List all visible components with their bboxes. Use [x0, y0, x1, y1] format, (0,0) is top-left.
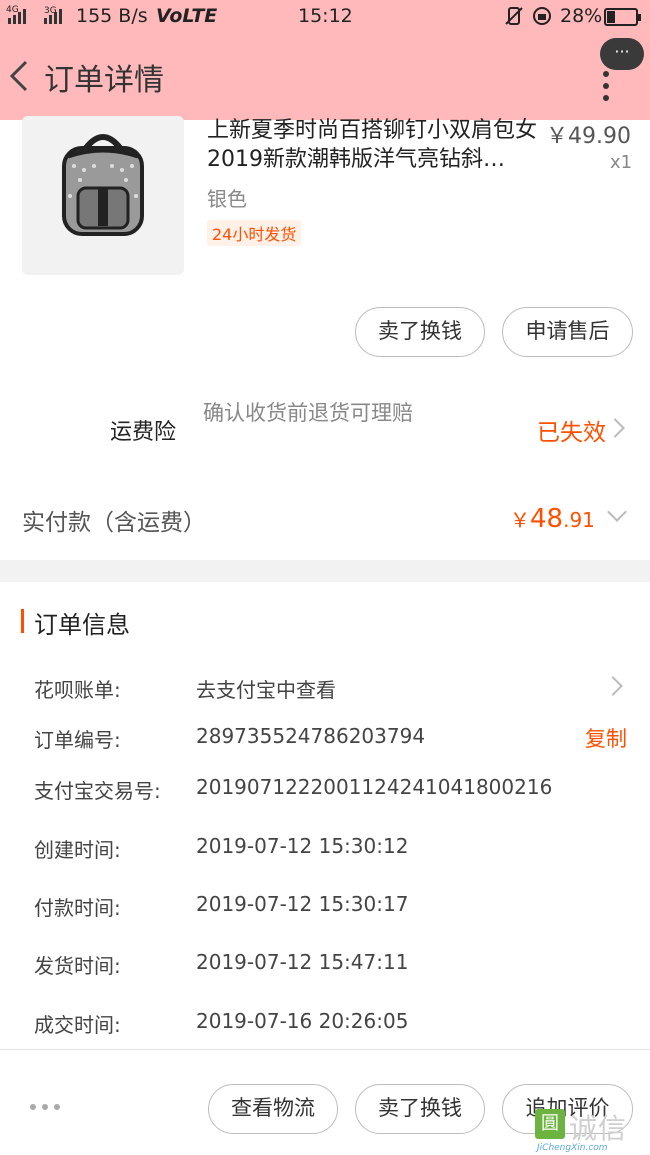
- info-value: 289735524786203794: [196, 724, 426, 748]
- section-accent-bar: [21, 609, 24, 633]
- battery-percent: 28%: [560, 5, 603, 27]
- status-bar: 4G 3G 155 B/s VoLTE 15:12 28%: [0, 0, 650, 34]
- info-label: 成交时间:: [34, 1013, 121, 1037]
- amount-integer: 48: [530, 504, 564, 534]
- product-price: ￥49.90: [546, 124, 631, 149]
- battery-icon: [604, 8, 641, 26]
- insurance-status: 已失效: [537, 420, 606, 446]
- info-value: 2019-07-12 15:30:12: [196, 834, 409, 858]
- more-menu-icon[interactable]: [601, 70, 611, 101]
- network-speed: 155 B/s: [76, 5, 148, 27]
- divider: [0, 1049, 650, 1050]
- info-value: 去支付宝中查看: [196, 678, 336, 702]
- chevron-left-icon: [9, 60, 28, 92]
- chevron-right-icon: [605, 418, 625, 438]
- app-header: 4G 3G 155 B/s VoLTE 15:12 28% 订单详情 ···: [0, 0, 650, 120]
- insurance-description: 确认收货前退货可理赔: [203, 401, 413, 425]
- info-label: 支付宝交易号:: [34, 779, 161, 803]
- order-info-title: 订单信息: [34, 611, 130, 639]
- battery-fill: [607, 11, 615, 23]
- info-value: 2019-07-12 15:30:17: [196, 892, 409, 916]
- watermark-logo: 圓: [535, 1109, 565, 1139]
- more-actions-icon[interactable]: [30, 1104, 60, 1110]
- info-value: 2019071222001124241041800216: [196, 775, 553, 799]
- product-thumbnail[interactable]: [22, 116, 184, 275]
- payment-label: 实付款（含运费）: [22, 510, 206, 536]
- signal-bars-2-icon: [44, 8, 62, 24]
- back-button[interactable]: [6, 56, 36, 96]
- info-value: 2019-07-12 15:47:11: [196, 950, 409, 974]
- rotation-lock-icon: [531, 5, 553, 32]
- more-bubble-button[interactable]: ···: [600, 38, 644, 70]
- sell-button[interactable]: 卖了换钱: [355, 307, 485, 357]
- info-label: 付款时间:: [34, 896, 121, 920]
- page-title: 订单详情: [44, 63, 164, 98]
- payment-amount: ￥48.91: [510, 504, 595, 534]
- info-label: 创建时间:: [34, 838, 121, 862]
- watermark-text: 诚信: [569, 1112, 628, 1145]
- currency-symbol: ￥: [510, 508, 530, 532]
- volte-indicator: VoLTE: [156, 5, 218, 27]
- info-value: 2019-07-16 20:26:05: [196, 1009, 409, 1033]
- product-title[interactable]: 上新夏季时尚百搭铆钉小双肩包女2019新款潮韩版洋气亮钻斜…: [207, 116, 537, 174]
- info-label: 发货时间:: [34, 954, 121, 978]
- chevron-down-icon: [607, 502, 627, 522]
- sell-button-bottom[interactable]: 卖了换钱: [355, 1084, 485, 1134]
- clock: 15:12: [298, 5, 353, 27]
- site-watermark: 圓 诚信 JiChengXin.com: [535, 1105, 647, 1155]
- insurance-label: 运费险: [110, 420, 177, 445]
- view-logistics-button[interactable]: 查看物流: [208, 1084, 338, 1134]
- section-gap: [0, 560, 650, 582]
- info-label: 花呗账单:: [34, 678, 121, 702]
- signal-bars-icon: [8, 8, 26, 24]
- shipping-tag: 24小时发货: [207, 220, 302, 246]
- chevron-right-icon: [603, 676, 623, 696]
- product-sku: 银色: [207, 187, 247, 211]
- after-sale-button[interactable]: 申请售后: [502, 307, 633, 357]
- vibrate-icon: [503, 5, 525, 32]
- info-label: 订单编号:: [34, 728, 121, 752]
- watermark-url: JiChengXin.com: [537, 1143, 608, 1153]
- product-quantity: x1: [610, 152, 633, 173]
- backpack-image: [62, 134, 144, 236]
- amount-decimal: .91: [563, 508, 595, 532]
- copy-button[interactable]: 复制: [585, 723, 627, 753]
